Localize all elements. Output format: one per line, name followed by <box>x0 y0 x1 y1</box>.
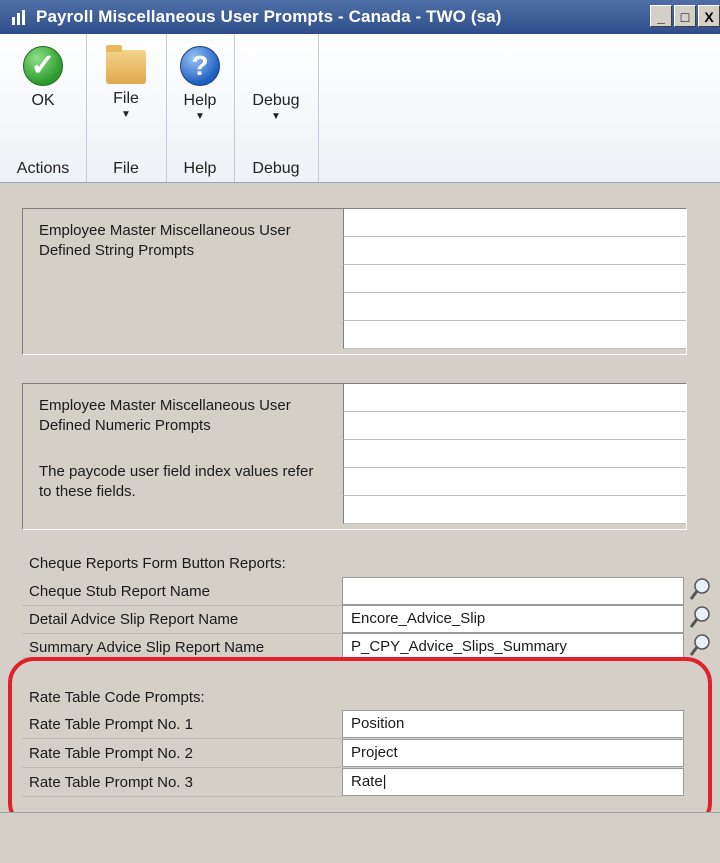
ok-checkmark-icon: ✓ <box>23 46 63 86</box>
string-prompt-field-4[interactable] <box>343 293 686 321</box>
ribbon-group-label-actions: Actions <box>16 160 70 177</box>
numeric-prompt-field-5[interactable] <box>343 496 686 524</box>
folder-icon <box>106 45 146 84</box>
string-prompt-field-2[interactable] <box>343 237 686 265</box>
chevron-down-icon: ▼ <box>271 111 281 122</box>
lookup-magnifier-icon[interactable] <box>688 605 712 631</box>
string-prompt-field-1[interactable] <box>343 209 686 237</box>
debug-button-label: Debug <box>252 92 300 109</box>
ribbon: ✓ OK Actions File ▼ File ? Help ▼ Help D… <box>0 34 720 183</box>
app-icon <box>12 10 25 25</box>
ok-button-label: OK <box>31 92 55 109</box>
ribbon-group-label-debug: Debug <box>252 160 300 177</box>
detail-advice-slip-field[interactable]: Encore_Advice_Slip <box>342 605 684 633</box>
debug-icon-placeholder <box>256 46 296 86</box>
string-prompts-label: Employee Master Miscellaneous User Defin… <box>39 222 291 259</box>
maximize-button[interactable]: □ <box>674 5 696 27</box>
file-button[interactable]: File ▼ <box>96 45 156 120</box>
cheque-reports-heading: Cheque Reports Form Button Reports: <box>29 555 286 572</box>
numeric-prompt-field-3[interactable] <box>343 440 686 468</box>
lookup-magnifier-icon[interactable] <box>688 633 712 659</box>
ribbon-group-actions: ✓ OK Actions <box>0 34 87 182</box>
numeric-prompts-note: The paycode user field index values refe… <box>39 463 314 500</box>
summary-advice-slip-label: Summary Advice Slip Report Name <box>22 634 342 658</box>
cheque-stub-label: Cheque Stub Report Name <box>22 578 342 606</box>
window-title: Payroll Miscellaneous User Prompts - Can… <box>36 7 502 26</box>
ribbon-group-file: File ▼ File <box>86 34 167 182</box>
numeric-prompt-field-1[interactable] <box>343 384 686 412</box>
debug-button[interactable]: Debug ▼ <box>246 46 306 122</box>
ribbon-group-help: ? Help ▼ Help <box>166 34 235 182</box>
ribbon-group-label-file: File <box>113 160 139 177</box>
lookup-magnifier-icon[interactable] <box>688 577 712 603</box>
close-button[interactable]: X <box>698 5 720 27</box>
file-button-label: File <box>113 90 139 107</box>
string-prompt-field-3[interactable] <box>343 265 686 293</box>
chevron-down-icon: ▼ <box>195 111 205 122</box>
help-button-label: Help <box>183 92 217 109</box>
ribbon-group-debug: Debug ▼ Debug <box>234 34 319 182</box>
help-icon: ? <box>180 46 220 86</box>
minimize-button[interactable]: _ <box>650 5 672 27</box>
chevron-down-icon: ▼ <box>121 109 131 120</box>
footer-area <box>0 813 720 863</box>
ok-button[interactable]: ✓ OK <box>13 46 73 110</box>
title-bar: Payroll Miscellaneous User Prompts - Can… <box>0 0 720 34</box>
ribbon-group-label-help: Help <box>183 160 217 177</box>
cheque-stub-report-field[interactable] <box>342 577 684 605</box>
numeric-prompts-label: Employee Master Miscellaneous User Defin… <box>39 397 291 434</box>
numeric-prompts-panel: Employee Master Miscellaneous User Defin… <box>22 383 687 530</box>
string-prompts-panel: Employee Master Miscellaneous User Defin… <box>22 208 687 355</box>
string-prompt-field-5[interactable] <box>343 321 686 349</box>
detail-advice-slip-label: Detail Advice Slip Report Name <box>22 606 342 634</box>
help-button[interactable]: ? Help ▼ <box>170 46 230 122</box>
highlight-annotation <box>8 657 712 829</box>
summary-advice-slip-field[interactable]: P_CPY_Advice_Slips_Summary <box>342 633 684 658</box>
numeric-prompt-field-2[interactable] <box>343 412 686 440</box>
numeric-prompt-field-4[interactable] <box>343 468 686 496</box>
